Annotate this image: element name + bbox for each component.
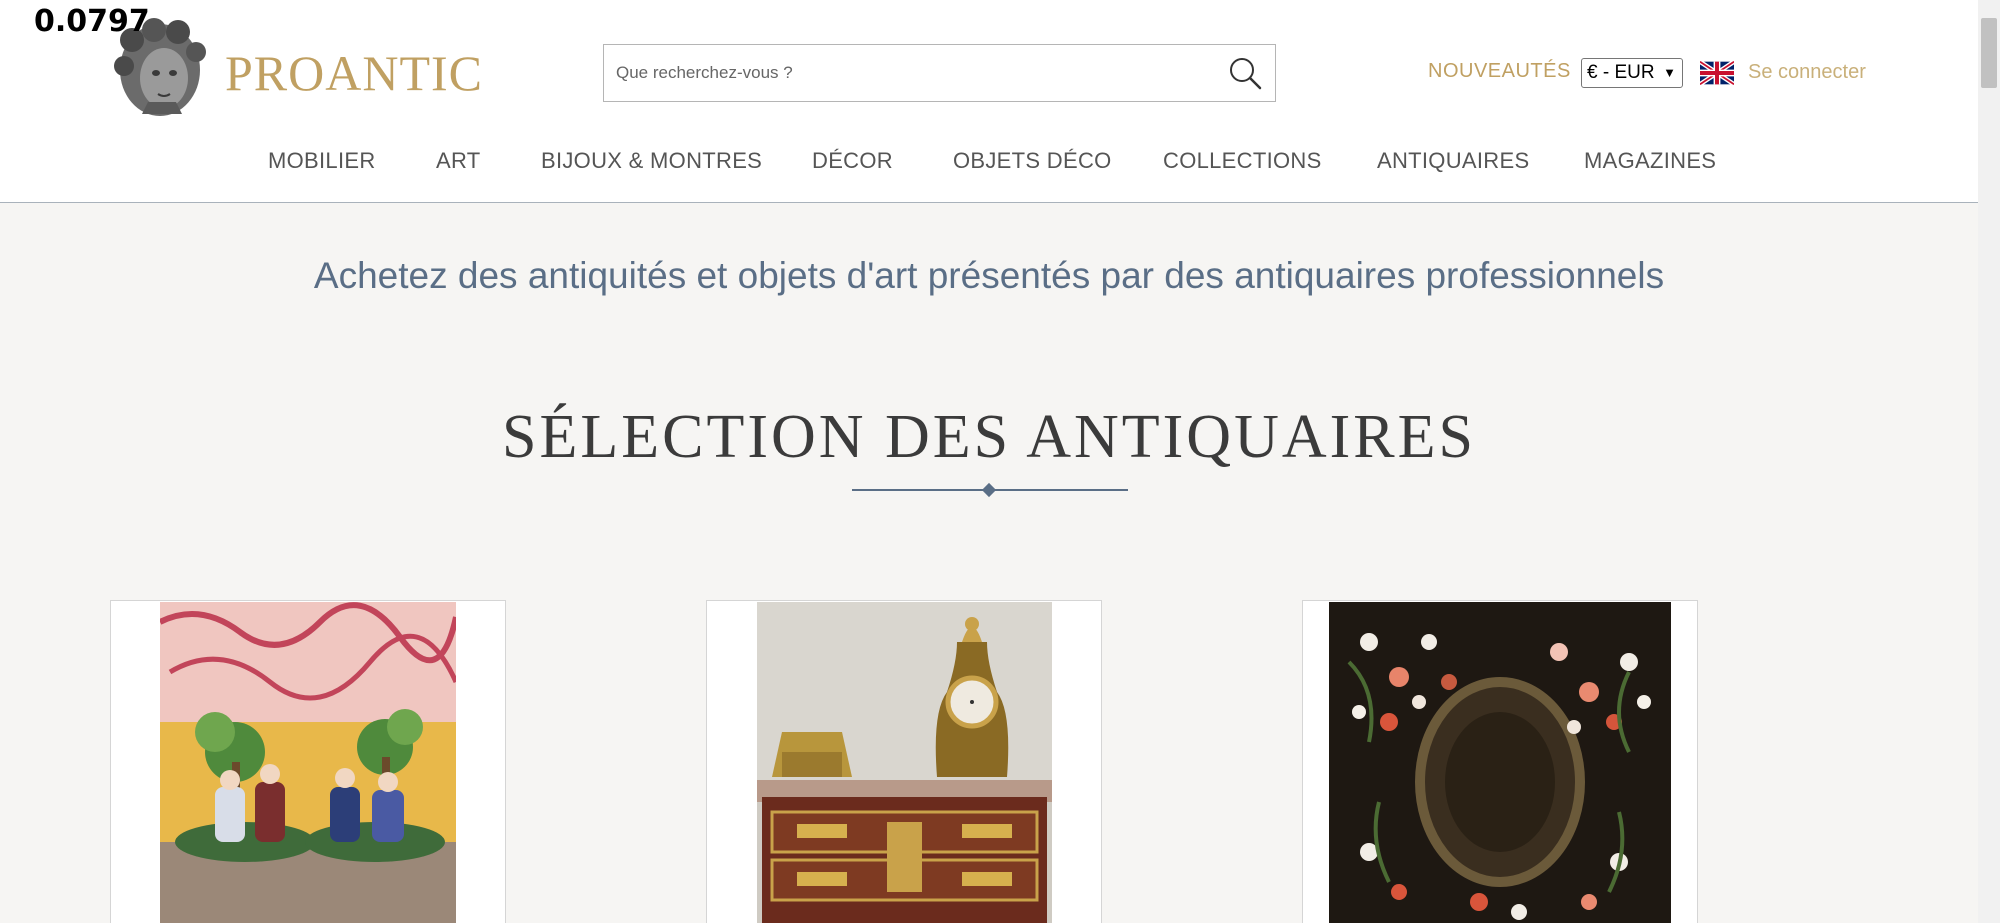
product-card[interactable]	[1302, 600, 1698, 923]
title-divider-diamond	[981, 482, 997, 498]
section-title: SÉLECTION DES ANTIQUAIRES	[502, 403, 1476, 471]
site-header: PROANTIC NOUVEAUTÉS € - EUR ▼ Se connect…	[0, 0, 1978, 203]
product-image[interactable]	[1329, 602, 1671, 923]
main-nav: MOBILIER ART BIJOUX & MONTRES DÉCOR OBJE…	[0, 148, 1978, 178]
currency-selected: € - EUR	[1587, 62, 1655, 83]
corner-value-label: 0.0797	[34, 4, 150, 39]
nav-item-objets-deco[interactable]: OBJETS DÉCO	[953, 148, 1112, 174]
product-image[interactable]	[160, 602, 456, 923]
brand-name[interactable]: PROANTIC	[225, 44, 483, 102]
page-tagline: Achetez des antiquités et objets d'art p…	[313, 255, 1665, 296]
product-card[interactable]	[706, 600, 1102, 923]
nav-item-art[interactable]: ART	[436, 148, 481, 174]
nav-item-collections[interactable]: COLLECTIONS	[1163, 148, 1322, 174]
chevron-down-icon: ▼	[1663, 65, 1676, 80]
search-icon[interactable]	[1225, 53, 1265, 93]
uk-flag-icon[interactable]	[1698, 59, 1736, 87]
currency-select[interactable]: € - EUR ▼	[1581, 58, 1683, 88]
nav-item-bijoux-montres[interactable]: BIJOUX & MONTRES	[541, 148, 762, 174]
page-scrollbar[interactable]	[1978, 0, 2000, 923]
search-input[interactable]	[616, 45, 1196, 101]
nav-item-mobilier[interactable]: MOBILIER	[268, 148, 376, 174]
product-image[interactable]	[757, 602, 1052, 923]
nav-item-magazines[interactable]: MAGAZINES	[1584, 148, 1716, 174]
scrollbar-thumb[interactable]	[1981, 18, 1997, 88]
search-box	[603, 44, 1276, 102]
nav-item-antiquaires[interactable]: ANTIQUAIRES	[1377, 148, 1529, 174]
login-link[interactable]: Se connecter	[1748, 61, 1866, 84]
new-arrivals-link[interactable]: NOUVEAUTÉS	[1428, 60, 1571, 83]
nav-item-decor[interactable]: DÉCOR	[812, 148, 893, 174]
product-card[interactable]	[110, 600, 506, 923]
